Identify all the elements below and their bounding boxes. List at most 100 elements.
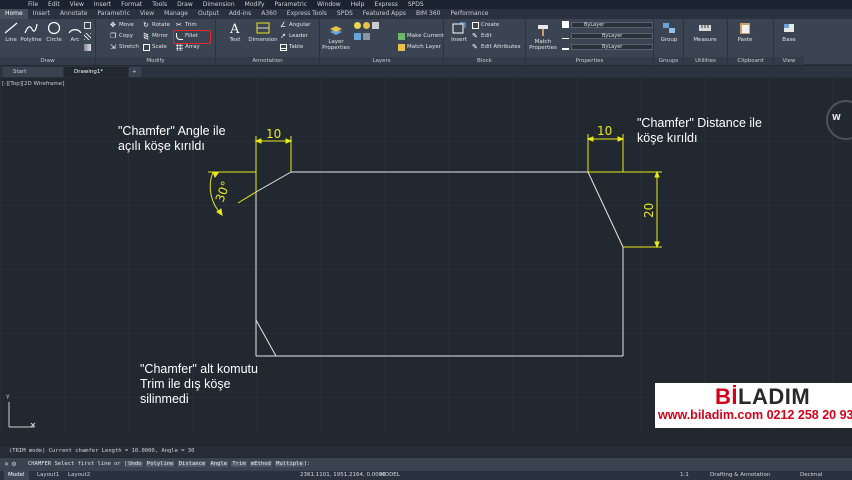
menu-draw[interactable]: Draw — [172, 0, 198, 9]
group-button[interactable]: Group — [658, 21, 680, 43]
viewport-controls[interactable]: [-][Top][2D Wireframe] — [2, 81, 64, 87]
layer-tools-row[interactable] — [354, 32, 370, 41]
file-tab-start[interactable]: Start — [3, 67, 63, 77]
insert-button[interactable]: Insert — [448, 21, 470, 43]
menu-modify[interactable]: Modify — [240, 0, 270, 9]
menu-dimension[interactable]: Dimension — [198, 0, 240, 9]
new-tab-button[interactable]: + — [129, 67, 141, 77]
tab-express-tools[interactable]: Express Tools — [282, 9, 332, 19]
option-distance[interactable]: Distance — [177, 461, 207, 467]
dimension-button[interactable]: Dimension — [248, 21, 278, 43]
option-polyline[interactable]: Polyline — [145, 461, 175, 467]
edit-block-button[interactable]: ✎ Edit — [472, 32, 492, 41]
option-method[interactable]: mEthod — [249, 461, 272, 467]
panel-title-draw[interactable]: Draw — [0, 57, 95, 65]
layout-tab-model[interactable]: Model — [4, 471, 29, 480]
panel-title-modify[interactable]: Modify — [96, 57, 215, 65]
panel-title-groups[interactable]: Groups — [654, 57, 683, 65]
menu-express[interactable]: Express — [369, 0, 402, 9]
hatch-tool[interactable] — [84, 32, 91, 41]
gradient-tool[interactable] — [84, 43, 91, 52]
model-space-toggle[interactable]: MODEL — [380, 471, 400, 480]
workspace-switch[interactable]: Drafting & Annotation — [710, 471, 770, 480]
arc-button[interactable]: Arc — [64, 21, 86, 43]
polyline-button[interactable]: Polyline — [19, 21, 43, 43]
rotate-button[interactable]: ↻ Rotate — [143, 21, 170, 30]
menu-format[interactable]: Format — [116, 0, 147, 9]
match-layer-button[interactable]: Match Layer — [398, 43, 441, 52]
option-multiple[interactable]: Multiple — [275, 461, 304, 467]
match-properties-label-2: Properties — [529, 45, 557, 51]
close-icon[interactable]: ✕ — [4, 461, 9, 468]
menu-tools[interactable]: Tools — [147, 0, 172, 9]
file-tab-drawing1[interactable]: Drawing1* — [64, 67, 128, 77]
edit-attributes-button[interactable]: ✎ Edit Attributes — [472, 43, 521, 52]
measure-button[interactable]: Measure — [690, 21, 720, 43]
match-properties-button[interactable]: Match Properties — [528, 23, 558, 51]
scale-button[interactable]: Scale — [143, 43, 167, 52]
layout-tab-layout1[interactable]: Layout1 — [33, 471, 63, 480]
panel-title-layers[interactable]: Layers — [320, 57, 443, 65]
circle-button[interactable]: Circle — [43, 21, 65, 43]
panel-title-block[interactable]: Block — [444, 57, 525, 65]
tab-spds[interactable]: SPDS — [332, 9, 358, 19]
menu-file[interactable]: File — [23, 0, 43, 9]
panel-title-clipboard[interactable]: Clipboard — [728, 57, 773, 65]
option-angle[interactable]: Angle — [209, 461, 229, 467]
layer-states-row[interactable] — [354, 21, 379, 30]
tab-view[interactable]: View — [135, 9, 159, 19]
array-button[interactable]: Array — [176, 43, 200, 52]
rectangle-tool[interactable] — [84, 21, 91, 30]
move-button[interactable]: ✥ Move — [110, 21, 134, 30]
tab-featured-apps[interactable]: Featured Apps — [358, 9, 411, 19]
paste-button[interactable]: Paste — [734, 21, 756, 43]
linetype-dropdown[interactable]: ByLayer — [562, 31, 653, 40]
menu-edit[interactable]: Edit — [43, 0, 65, 9]
color-dropdown-value: ByLayer — [571, 21, 653, 28]
panel-title-utilities[interactable]: Utilities — [684, 57, 727, 65]
option-trim[interactable]: Trim — [231, 461, 247, 467]
color-dropdown[interactable]: ByLayer — [562, 20, 653, 29]
menu-window[interactable]: Window — [312, 0, 346, 9]
tab-bim-360[interactable]: BIM 360 — [411, 9, 445, 19]
copy-button[interactable]: ❐ Copy — [110, 32, 133, 41]
menu-spds[interactable]: SPDS — [403, 0, 429, 9]
angular-button[interactable]: ∠ Angular — [280, 21, 310, 30]
menu-parametric[interactable]: Parametric — [270, 0, 313, 9]
menu-view[interactable]: View — [65, 0, 89, 9]
tab-home[interactable]: Home — [0, 9, 28, 19]
mirror-button[interactable]: ⧎ Mirror — [143, 32, 168, 41]
create-block-button[interactable]: Create — [472, 21, 499, 30]
tab-insert[interactable]: Insert — [28, 9, 55, 19]
units-display[interactable]: Decimal — [800, 471, 822, 480]
viewcube-west-label[interactable]: W — [832, 113, 841, 122]
lineweight-dropdown[interactable]: ByLayer — [562, 42, 653, 51]
layer-properties-button[interactable]: Layer Properties — [322, 23, 350, 51]
tab-add-ins[interactable]: Add-ins — [224, 9, 256, 19]
panel-title-view[interactable]: View — [774, 57, 804, 65]
trim-button[interactable]: ✂ Trim — [176, 21, 197, 30]
stretch-button[interactable]: ⇲ Stretch — [110, 43, 139, 52]
tab-annotate[interactable]: Annotate — [55, 9, 92, 19]
coordinate-readout[interactable]: 2361.1101, 1951.2164, 0.0000 — [300, 471, 386, 480]
tab-manage[interactable]: Manage — [159, 9, 193, 19]
leader-button[interactable]: ↗ Leader — [280, 32, 308, 41]
base-button[interactable]: Base — [778, 21, 800, 43]
annotation-scale[interactable]: 1:1 — [680, 471, 689, 480]
command-line-tools[interactable]: ✕ ⚙ — [4, 460, 24, 469]
panel-title-annotation[interactable]: Annotation — [216, 57, 319, 65]
table-button[interactable]: Table — [280, 43, 303, 52]
menu-insert[interactable]: Insert — [89, 0, 116, 9]
tab-a360[interactable]: A360 — [256, 9, 282, 19]
wrench-icon[interactable]: ⚙ — [11, 461, 16, 468]
tab-parametric[interactable]: Parametric — [92, 9, 135, 19]
menu-help[interactable]: Help — [346, 0, 370, 9]
tab-performance[interactable]: Performance — [445, 9, 493, 19]
layout-tab-layout2[interactable]: Layout2 — [64, 471, 94, 480]
tab-output[interactable]: Output — [193, 9, 224, 19]
option-undo[interactable]: Undo — [127, 461, 143, 467]
command-line[interactable]: CHAMFER Select first line or [Undo Polyl… — [0, 458, 852, 471]
text-button[interactable]: A Text — [224, 21, 246, 43]
make-current-button[interactable]: Make Current — [398, 32, 444, 41]
panel-title-properties[interactable]: Properties — [526, 57, 653, 65]
